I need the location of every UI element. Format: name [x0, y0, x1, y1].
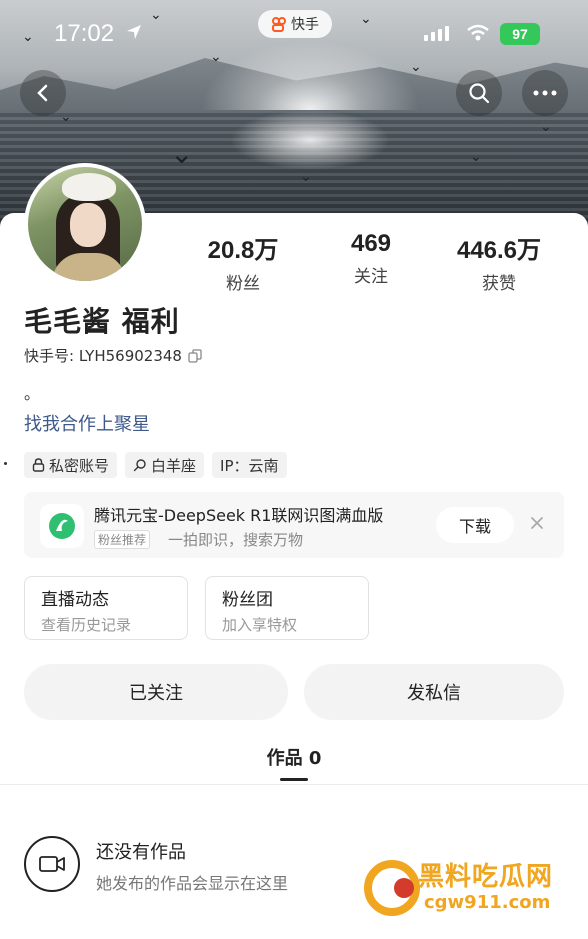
- yuanbao-app-icon: [40, 504, 84, 548]
- cellular-signal-icon: [424, 26, 449, 41]
- kuaishou-id: 快手号: LYH56902348: [24, 347, 182, 365]
- stat-value: 446.6万: [456, 237, 542, 264]
- stat-followers[interactable]: 20.8万 粉丝: [188, 230, 298, 294]
- kuaishou-id-row[interactable]: 快手号: LYH56902348: [24, 345, 202, 366]
- profile-name: 毛毛酱 福利: [24, 305, 180, 338]
- collab-link[interactable]: 找我合作上聚星: [24, 410, 150, 436]
- bird-icon: ⌄: [470, 149, 482, 165]
- search-button[interactable]: [456, 70, 502, 116]
- card-title: 直播动态: [41, 590, 109, 610]
- live-history-card[interactable]: 直播动态 查看历史记录: [24, 576, 188, 640]
- profile-tags: 私密账号 白羊座 IP：云南: [24, 452, 287, 478]
- divider: [0, 784, 588, 785]
- close-icon[interactable]: [530, 516, 544, 530]
- back-button[interactable]: [20, 70, 66, 116]
- stat-value: 469: [350, 230, 392, 257]
- status-bar: 17:02 快手 97: [0, 0, 588, 64]
- more-button[interactable]: [522, 70, 568, 116]
- stat-label: 粉丝: [226, 274, 260, 294]
- ad-download-button[interactable]: 下载: [436, 507, 514, 543]
- card-subtitle: 查看历史记录: [41, 616, 132, 634]
- more-dots-icon: [533, 90, 557, 96]
- tag-label: 私密账号: [49, 456, 110, 475]
- bird-icon: ⌄: [170, 137, 194, 170]
- location-arrow-icon: [127, 25, 141, 39]
- aries-icon: [133, 459, 146, 472]
- bird-icon: ⌄: [540, 119, 552, 135]
- profile-bio: 。: [24, 384, 41, 403]
- ad-description: 一拍即识，搜索万物: [168, 531, 304, 549]
- card-subtitle: 加入享特权: [222, 616, 298, 634]
- search-icon: [469, 83, 490, 104]
- ad-title: 腾讯元宝-DeepSeek R1联网识图满血版: [94, 506, 384, 525]
- lock-icon: [32, 458, 45, 472]
- bird-icon: ⌄: [60, 109, 72, 125]
- banner-water-sparkle: [230, 110, 390, 170]
- tag-zodiac: 白羊座: [125, 452, 205, 478]
- stat-following[interactable]: 469 关注: [316, 230, 426, 287]
- watermark-url: cgw911.com: [424, 892, 551, 913]
- copy-icon[interactable]: [188, 348, 202, 363]
- app-name: 快手: [291, 17, 319, 33]
- empty-state-title: 还没有作品: [96, 842, 186, 863]
- card-title: 粉丝团: [222, 590, 273, 610]
- kuaishou-logo-icon: [272, 17, 286, 32]
- tab-works[interactable]: 作品 0: [0, 744, 588, 770]
- watermark-text: 黑料吃瓜网: [418, 862, 554, 892]
- tag-private-account: 私密账号: [24, 452, 118, 478]
- chevron-left-icon: [37, 84, 48, 102]
- status-time: 17:02: [54, 20, 115, 47]
- stat-likes[interactable]: 446.6万 获赞: [444, 230, 554, 294]
- avatar[interactable]: [24, 163, 146, 285]
- tag-label: 白羊座: [151, 456, 197, 475]
- stat-value: 20.8万: [207, 237, 279, 264]
- stat-label: 关注: [354, 267, 388, 287]
- bird-icon: ⌄: [300, 169, 312, 185]
- fan-club-card[interactable]: 粉丝团 加入享特权: [205, 576, 369, 640]
- followed-button[interactable]: 已关注: [24, 664, 288, 720]
- send-message-button[interactable]: 发私信: [304, 664, 564, 720]
- tag-ip-location: IP：云南: [212, 452, 287, 478]
- tab-active-indicator: [280, 778, 308, 781]
- battery-indicator: 97: [500, 23, 540, 45]
- recommended-app-ad[interactable]: 腾讯元宝-DeepSeek R1联网识图满血版 粉丝推荐 一拍即识，搜索万物 下…: [24, 492, 564, 558]
- tag-label: IP：云南: [220, 456, 279, 475]
- app-indicator-pill[interactable]: 快手: [258, 10, 332, 38]
- video-camera-icon: [24, 836, 80, 892]
- wifi-icon: [467, 24, 489, 41]
- profile-page: ⌄ ⌄ ⌄ ⌄ ⌄ ⌄ ⌄ ⌄ ⌄ ⌄ 17:02 快手 97 20.8万 粉丝…: [0, 0, 588, 939]
- edge-dot: [4, 462, 7, 465]
- empty-state-subtitle: 她发布的作品会显示在这里: [96, 874, 289, 893]
- stat-label: 获赞: [482, 274, 516, 294]
- ad-badge: 粉丝推荐: [94, 530, 151, 549]
